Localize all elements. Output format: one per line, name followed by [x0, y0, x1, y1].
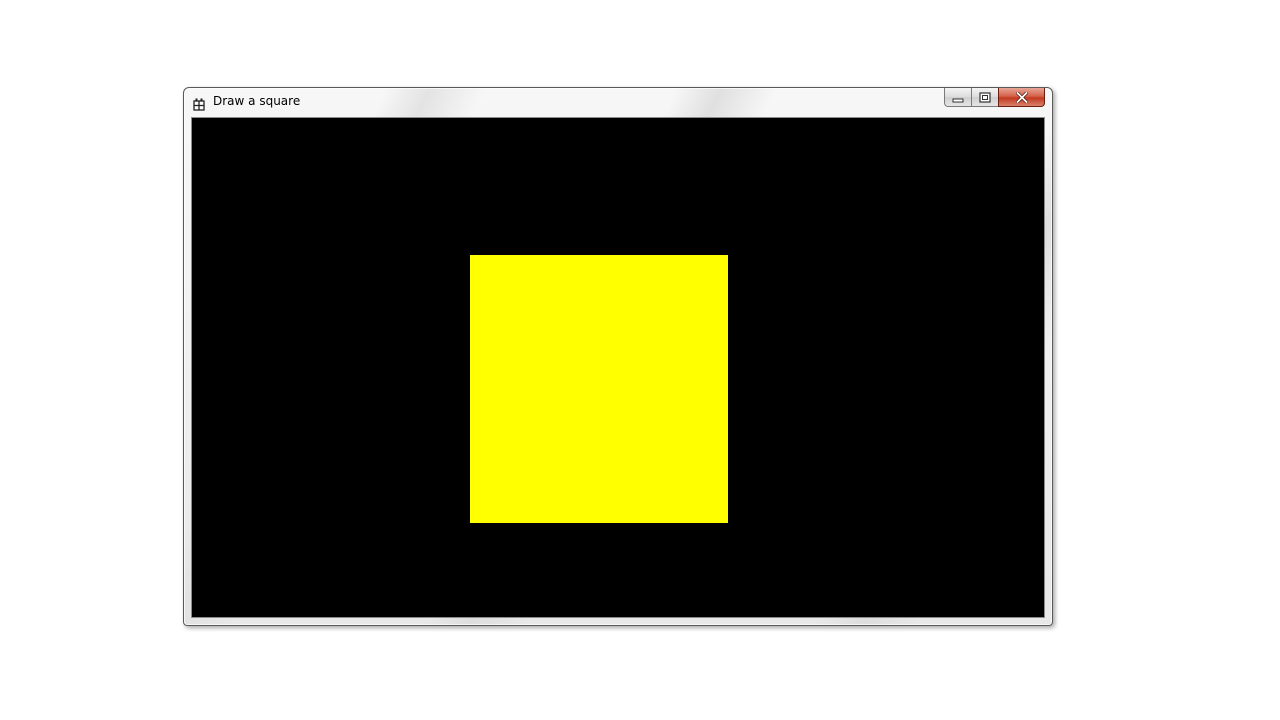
minimize-icon: [952, 88, 964, 107]
drawing-canvas: [191, 117, 1045, 618]
app-window: Draw a square: [183, 87, 1053, 626]
yellow-square: [470, 255, 728, 523]
caption-buttons: [944, 88, 1045, 108]
close-button[interactable]: [998, 88, 1045, 107]
application-icon[interactable]: [193, 96, 205, 111]
title-bar[interactable]: Draw a square: [184, 88, 1052, 117]
maximize-icon: [979, 88, 991, 107]
minimize-button[interactable]: [944, 88, 971, 107]
maximize-button[interactable]: [971, 88, 998, 107]
close-icon: [1014, 88, 1029, 107]
window-title: Draw a square: [213, 94, 301, 108]
